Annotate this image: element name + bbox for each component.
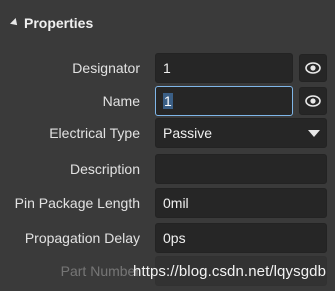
description-label: Description: [69, 161, 140, 177]
properties-section-header[interactable]: Properties: [0, 0, 335, 46]
electrical-type-value: Passive: [163, 125, 213, 141]
propagation-delay-label: Propagation Delay: [24, 230, 140, 246]
name-visibility-button[interactable]: [299, 87, 327, 115]
electrical-type-label: Electrical Type: [49, 125, 140, 141]
name-label: Name: [102, 93, 140, 109]
designator-row: Designator 1: [0, 52, 335, 84]
pin-package-length-field[interactable]: 0mil: [155, 188, 327, 218]
eye-icon: [305, 62, 321, 74]
name-field[interactable]: 1: [155, 86, 293, 116]
electrical-type-row: Electrical Type Passive: [0, 117, 335, 149]
designator-field[interactable]: 1: [155, 53, 293, 83]
section-title: Properties: [24, 15, 94, 31]
part-number-label: Part Number: [60, 263, 140, 279]
designator-label: Designator: [72, 60, 140, 76]
pin-package-length-value: 0mil: [163, 195, 189, 211]
propagation-delay-field[interactable]: 0ps: [155, 223, 327, 253]
chevron-down-icon: [308, 130, 320, 137]
description-field[interactable]: [155, 154, 327, 184]
pin-package-length-row: Pin Package Length 0mil: [0, 187, 335, 219]
eye-icon: [305, 95, 321, 107]
name-row: Name 1: [0, 85, 335, 117]
designator-visibility-button[interactable]: [299, 54, 327, 82]
propagation-delay-row: Propagation Delay 0ps: [0, 222, 335, 254]
electrical-type-select[interactable]: Passive: [155, 118, 327, 148]
designator-value: 1: [163, 60, 171, 76]
collapse-arrow-icon[interactable]: [10, 17, 20, 28]
name-value: 1: [163, 93, 173, 109]
propagation-delay-value: 0ps: [163, 230, 186, 246]
description-row: Description: [0, 153, 335, 185]
properties-panel: Properties Designator 1 Name 1 Electrica…: [0, 0, 335, 291]
pin-package-length-label: Pin Package Length: [14, 195, 140, 211]
watermark-text: https://blog.csdn.net/lqysgdb: [133, 263, 327, 280]
